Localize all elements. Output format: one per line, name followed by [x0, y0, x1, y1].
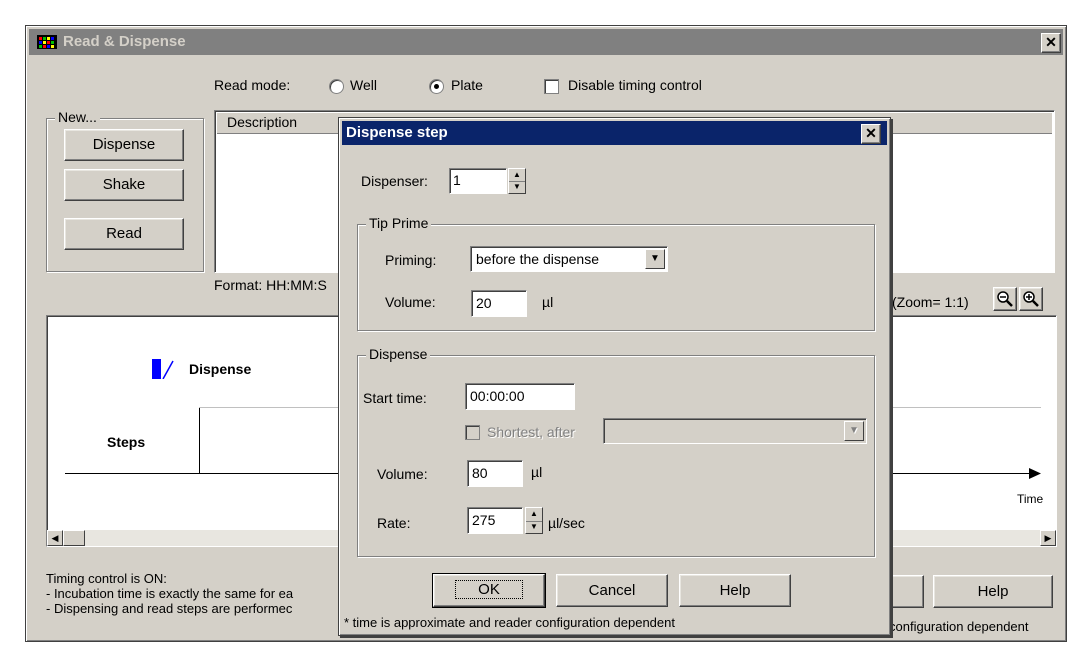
rate-unit: µl/sec [548, 515, 585, 531]
time-axis-label: Time [1017, 492, 1044, 506]
spin-down-icon[interactable]: ▼ [526, 521, 542, 534]
dispenser-spinner[interactable]: ▲ ▼ [508, 168, 526, 194]
zoom-in-button[interactable] [1019, 287, 1043, 311]
dispense-step-dialog: Dispense step ✕ Dispenser: 1 ▲ ▼ Tip Pri… [338, 117, 891, 636]
shortest-after-checkbox[interactable] [465, 425, 480, 440]
dispense-group-label: Dispense [366, 346, 431, 362]
rate-input[interactable]: 275 [467, 507, 523, 534]
tip-prime-group-label: Tip Prime [366, 215, 432, 231]
rate-spinner[interactable]: ▲ ▼ [525, 507, 543, 534]
dispenser-input[interactable]: 1 [449, 168, 507, 194]
dropdown-arrow-icon[interactable]: ▼ [645, 249, 665, 269]
dispense-volume-label: Volume: [377, 466, 428, 482]
dialog-close-button[interactable]: ✕ [861, 124, 881, 144]
timing-status-text: Timing control is ON: - Incubation time … [46, 571, 293, 616]
dialog-title: Dispense step [346, 124, 448, 141]
dispense-volume-unit: µl [531, 464, 543, 480]
disable-timing-checkbox[interactable] [544, 79, 559, 94]
main-help-button[interactable]: Help [933, 575, 1053, 608]
dispense-step-icon [152, 359, 174, 379]
ok-label: OK [455, 580, 523, 599]
tip-prime-volume-unit: µl [542, 294, 554, 310]
timeline-steps-label: Steps [107, 434, 146, 450]
main-footnote: configuration dependent [889, 619, 1029, 634]
priming-label: Priming: [385, 252, 437, 268]
scroll-right-button[interactable]: ▶ [1040, 530, 1056, 546]
axis-arrow-icon [1029, 468, 1041, 479]
start-time-input[interactable]: 00:00:00 [465, 383, 575, 410]
new-shake-button[interactable]: Shake [64, 169, 184, 201]
app-icon [37, 35, 57, 49]
dialog-title-bar[interactable]: Dispense step [342, 121, 887, 145]
scroll-left-button[interactable]: ◀ [47, 530, 63, 546]
main-window-title: Read & Dispense [63, 33, 186, 50]
spin-down-icon[interactable]: ▼ [509, 181, 525, 193]
main-title-bar[interactable]: Read & Dispense [29, 29, 1063, 55]
dispense-volume-input[interactable]: 80 [467, 460, 523, 487]
dialog-cancel-button[interactable]: Cancel [556, 574, 668, 607]
priming-select[interactable]: before the dispense ▼ [470, 246, 668, 272]
start-time-label: Start time: [363, 390, 427, 406]
column-header-description[interactable]: Description [227, 114, 297, 130]
zoom-out-button[interactable] [993, 287, 1017, 311]
radio-well[interactable] [329, 79, 344, 94]
scroll-thumb[interactable] [63, 530, 85, 546]
new-group-label: New... [55, 109, 100, 125]
radio-well-label[interactable]: Well [350, 77, 377, 93]
disable-timing-label[interactable]: Disable timing control [568, 77, 702, 93]
tip-prime-volume-input[interactable]: 20 [471, 290, 527, 317]
radio-selected-dot [434, 84, 439, 89]
priming-selected-value: before the dispense [476, 251, 599, 267]
main-close-button[interactable]: ✕ [1041, 33, 1061, 53]
zoom-out-icon [997, 291, 1013, 307]
radio-plate[interactable] [429, 79, 444, 94]
rate-label: Rate: [377, 515, 411, 531]
status-line-1: Timing control is ON: [46, 571, 167, 586]
tip-prime-group [357, 224, 875, 331]
status-line-2: - Incubation time is exactly the same fo… [46, 586, 294, 601]
shortest-after-select[interactable]: ▼ [603, 418, 867, 444]
zoom-in-icon [1023, 291, 1039, 307]
dialog-help-button[interactable]: Help [679, 574, 791, 607]
close-icon: ✕ [1045, 34, 1057, 50]
spin-up-icon[interactable]: ▲ [526, 508, 542, 522]
tip-prime-volume-label: Volume: [385, 294, 436, 310]
zoom-label: (Zoom= 1:1) [892, 294, 969, 310]
new-read-button[interactable]: Read [64, 218, 184, 250]
new-dispense-button[interactable]: Dispense [64, 129, 184, 161]
format-label: Format: HH:MM:S [214, 277, 327, 293]
dialog-footnote: * time is approximate and reader configu… [344, 615, 675, 630]
radio-plate-label[interactable]: Plate [451, 77, 483, 93]
status-line-3: - Dispensing and read steps are performe… [46, 601, 293, 616]
dialog-ok-button[interactable]: OK [432, 573, 546, 608]
dropdown-arrow-icon[interactable]: ▼ [844, 421, 864, 441]
timeline-divider [199, 407, 200, 474]
timeline-dispense-label: Dispense [189, 361, 252, 377]
dispense-group [357, 355, 875, 557]
close-icon: ✕ [865, 125, 877, 141]
shortest-after-label: Shortest, after [487, 424, 575, 440]
dispenser-label: Dispenser: [361, 173, 428, 189]
read-mode-label: Read mode: [214, 77, 291, 93]
